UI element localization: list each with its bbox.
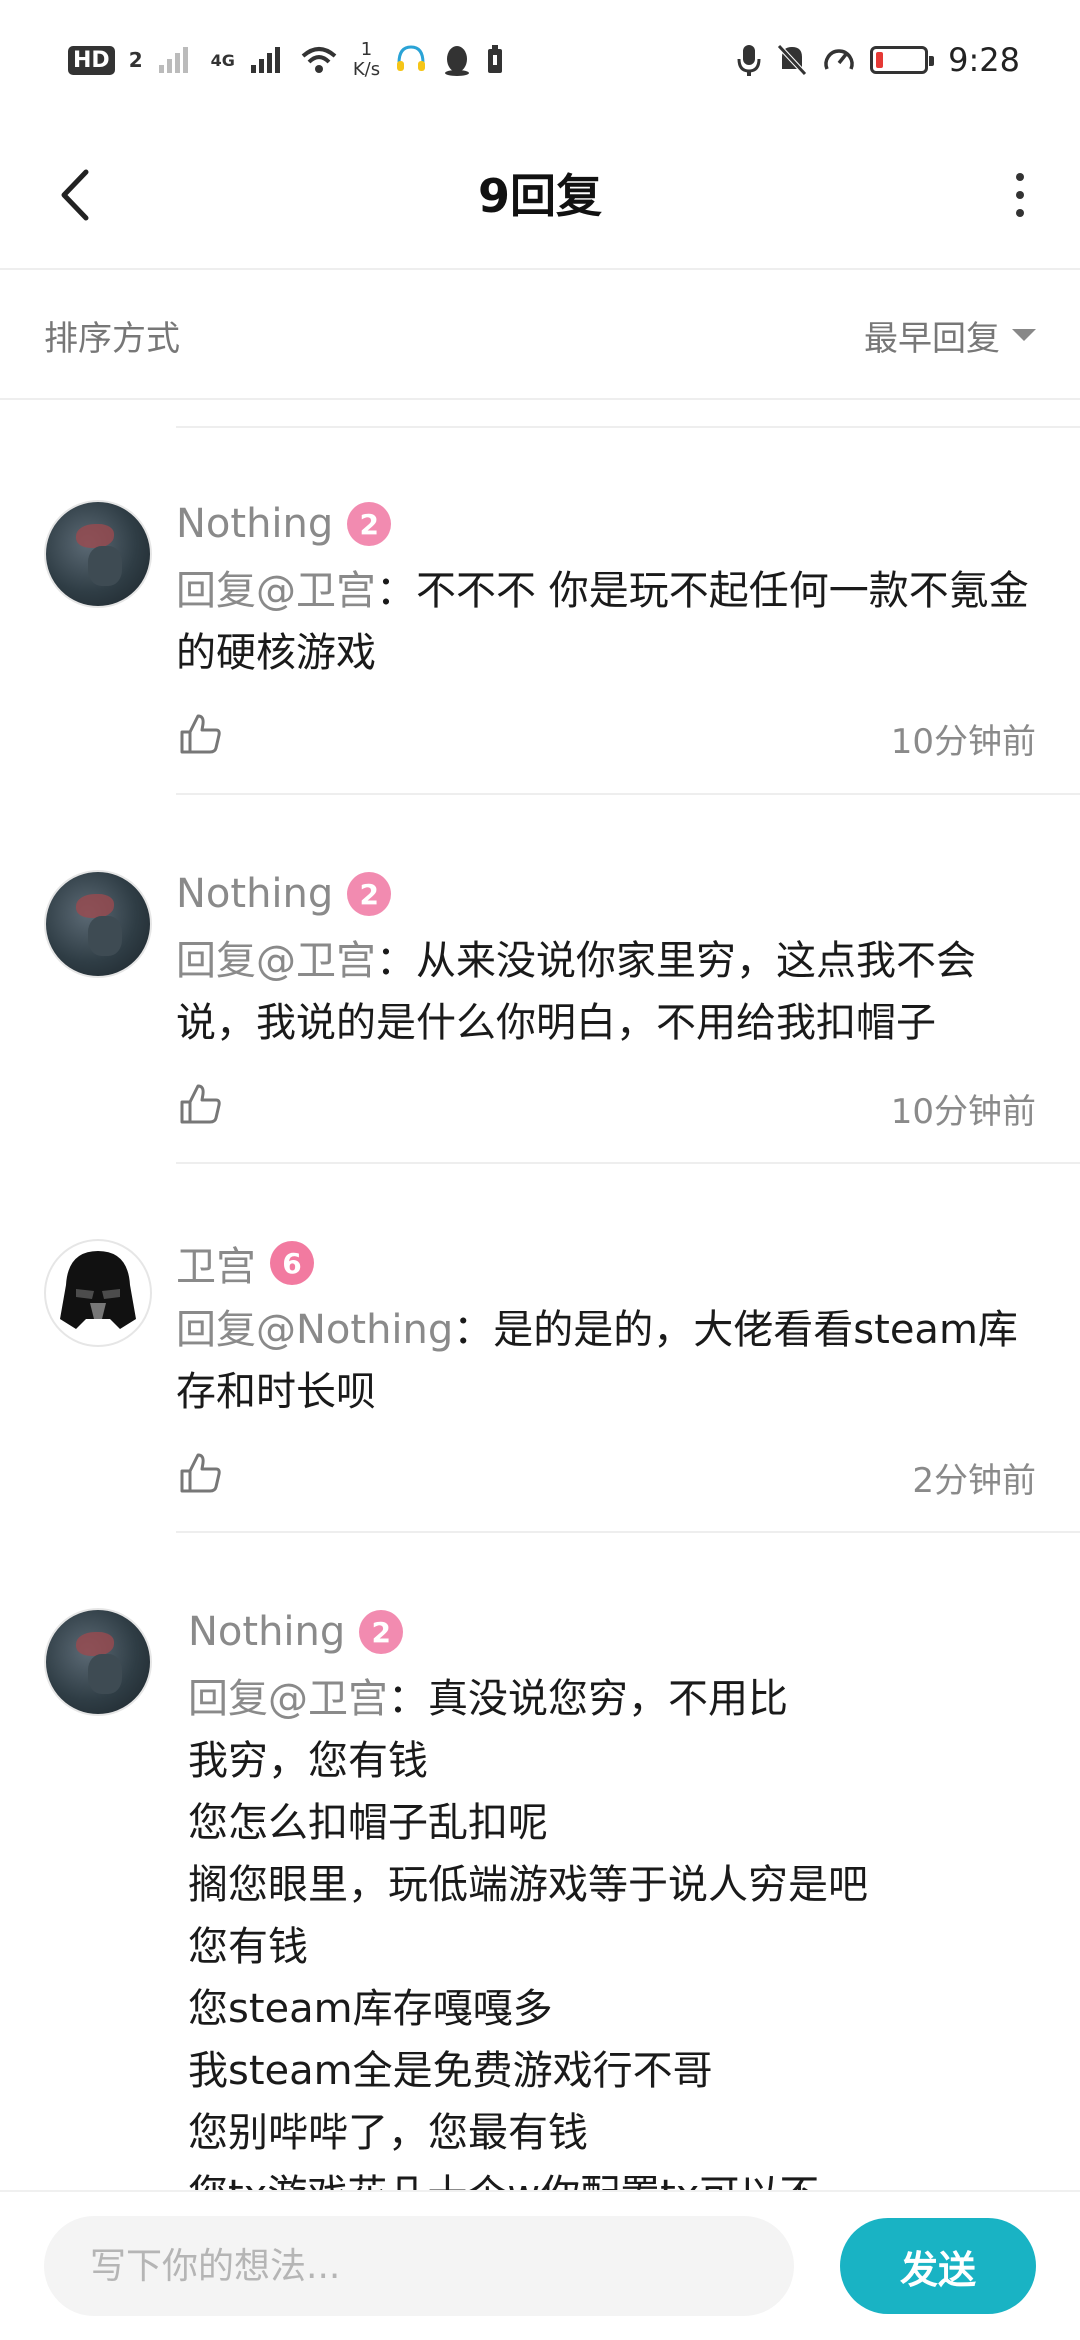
more-dot-icon: [1016, 209, 1024, 217]
reply-author-name[interactable]: 卫宫: [176, 1234, 256, 1292]
reply-text: 回复@卫宫：不不不 你是玩不起任何一款不氪金的硬核游戏: [176, 560, 1036, 684]
divider: [176, 1162, 1080, 1164]
divider: [176, 1531, 1080, 1533]
qq-icon: [445, 46, 470, 76]
clock-time: 9:28: [948, 41, 1020, 79]
signal-icon-2: [250, 47, 280, 73]
more-dot-icon: [1016, 173, 1024, 181]
reply-author-name[interactable]: Nothing: [176, 871, 333, 917]
reply-author-name[interactable]: Nothing: [176, 501, 333, 547]
sort-label: 排序方式: [44, 318, 180, 359]
hd-icon: HD: [68, 45, 115, 75]
reply-mention[interactable]: 回复@卫宫: [176, 568, 376, 614]
reply-author-row: 卫宫 6: [176, 1235, 1036, 1291]
reply-mention[interactable]: 回复@卫宫: [176, 938, 376, 984]
sort-bar: 排序方式 最早回复: [0, 272, 1080, 400]
reply-body: Nothing 2 回复@卫宫：真没说您穷，不用比 我穷，您有钱 您怎么扣帽子乱…: [188, 1604, 1036, 2190]
battery-level-fill: [876, 52, 883, 68]
speed-gauge-icon: [824, 49, 854, 70]
battery-icon: [870, 46, 935, 74]
send-button[interactable]: 发送: [840, 2218, 1036, 2314]
more-options-button[interactable]: [990, 155, 1050, 235]
level-badge-icon: 2: [347, 872, 392, 916]
reply-author-row: Nothing 2: [176, 496, 1036, 552]
reply-footer: 2分钟前: [176, 1449, 1036, 1509]
more-dot-icon: [1016, 191, 1024, 199]
status-right: 9:28: [736, 41, 1020, 79]
comment-input[interactable]: [44, 2216, 794, 2316]
wifi-icon: [301, 47, 337, 73]
caret-down-icon: [1012, 329, 1036, 341]
thumbs-up-icon[interactable]: [176, 1080, 224, 1128]
mic-icon: [737, 45, 761, 76]
reply-footer: 10分钟前: [176, 1080, 1036, 1140]
reply-footer: 10分钟前: [176, 710, 1036, 770]
reply-timestamp: 10分钟前: [890, 1092, 1036, 1132]
helmet-avatar-icon: [60, 1251, 136, 1329]
thumbs-up-icon[interactable]: [176, 1449, 224, 1497]
page-title: 9回复: [477, 169, 602, 223]
speed-value: 1: [360, 39, 373, 60]
level-badge-icon: 2: [347, 502, 392, 546]
mute-icon: [777, 44, 807, 76]
avatar[interactable]: [44, 1239, 152, 1347]
status-bar: HD 2 4G 1 K/s 9:28: [0, 0, 1080, 120]
speed-unit: K/s: [352, 59, 381, 80]
battery-saver-icon: [488, 45, 503, 73]
headset-icon: [397, 45, 426, 71]
avatar[interactable]: [44, 1608, 152, 1716]
signal-icon: [158, 47, 188, 73]
reply-text: 回复@Nothing：是的是的，大佬看看steam库存和时长呗: [176, 1299, 1036, 1423]
reply-body: 卫宫 6 回复@Nothing：是的是的，大佬看看steam库存和时长呗 2分钟…: [176, 1235, 1036, 1509]
reply-text: 回复@卫宫：真没说您穷，不用比 我穷，您有钱 您怎么扣帽子乱扣呢 搁您眼里，玩低…: [188, 1668, 1036, 2190]
divider: [176, 426, 1080, 428]
reply-item: Nothing 2 回复@卫宫：真没说您穷，不用比 我穷，您有钱 您怎么扣帽子乱…: [0, 1604, 1080, 2190]
reply-text: 回复@卫宫：从来没说你家里穷，这点我不会说，我说的是什么你明白，不用给我扣帽子: [176, 930, 1036, 1054]
comment-input-bar: 发送: [0, 2190, 1080, 2340]
reply-author-row: Nothing 2: [176, 866, 1036, 922]
sim-badge: 2: [128, 48, 143, 72]
reply-author-name[interactable]: Nothing: [188, 1609, 345, 1655]
reply-body: Nothing 2 回复@卫宫：从来没说你家里穷，这点我不会说，我说的是什么你明…: [176, 866, 1036, 1140]
status-left: HD 2 4G 1 K/s: [68, 40, 504, 80]
level-badge-icon: 2: [359, 1610, 404, 1654]
reply-mention[interactable]: 回复@Nothing: [176, 1307, 453, 1353]
network-speed: 1 K/s: [353, 40, 380, 80]
sort-order-dropdown[interactable]: 最早回复: [864, 311, 1036, 360]
reply-body: Nothing 2 回复@卫宫：不不不 你是玩不起任何一款不氪金的硬核游戏 10…: [176, 496, 1036, 770]
avatar[interactable]: [44, 500, 152, 608]
reply-mention[interactable]: 回复@卫宫: [188, 1676, 388, 1722]
reply-author-row: Nothing 2: [188, 1604, 1036, 1660]
app-header: 9回复: [0, 120, 1080, 270]
reply-content: ：真没说您穷，不用比 我穷，您有钱 您怎么扣帽子乱扣呢 搁您眼里，玩低端游戏等于…: [188, 1676, 868, 2190]
thumbs-up-icon[interactable]: [176, 710, 224, 758]
level-badge-icon: 6: [270, 1241, 314, 1285]
network-type-label: 4G: [210, 50, 235, 70]
reply-timestamp: 2分钟前: [912, 1461, 1036, 1501]
reply-timestamp: 10分钟前: [890, 722, 1036, 762]
sort-order-value: 最早回复: [864, 318, 1000, 359]
avatar[interactable]: [44, 870, 152, 978]
divider: [176, 793, 1080, 795]
